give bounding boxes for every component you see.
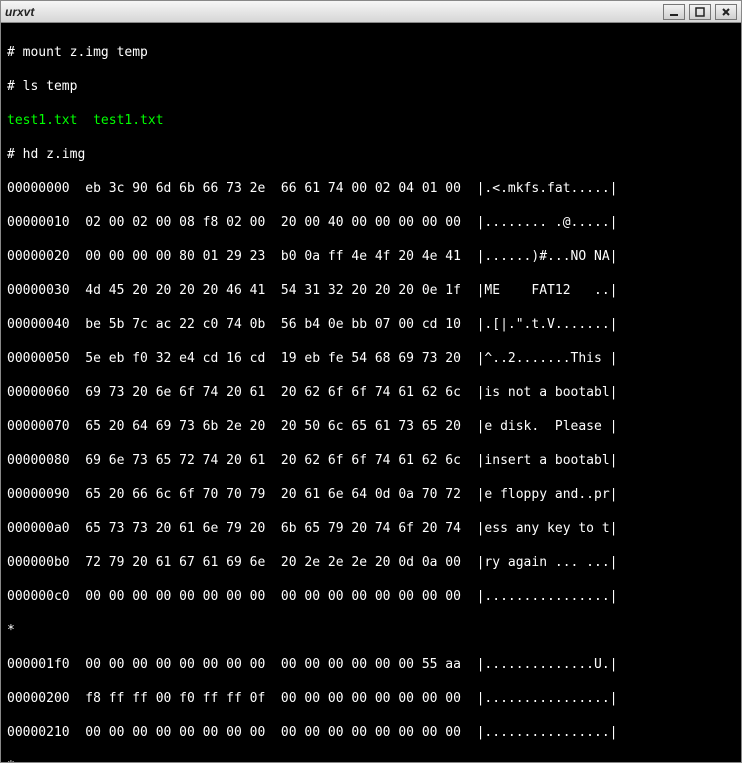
hexdump-row: 000000c0 00 00 00 00 00 00 00 00 00 00 0… (7, 588, 735, 605)
hexdump-row: 00000000 eb 3c 90 6d 6b 66 73 2e 66 61 7… (7, 180, 735, 197)
close-icon (721, 7, 731, 17)
hexdump-row: 00000210 00 00 00 00 00 00 00 00 00 00 0… (7, 724, 735, 741)
terminal-content[interactable]: # mount z.img temp # ls temp test1.txt t… (1, 23, 741, 762)
hexdump-row: 000000b0 72 79 20 61 67 61 69 6e 20 2e 2… (7, 554, 735, 571)
titlebar[interactable]: urxvt (1, 1, 741, 23)
close-button[interactable] (715, 4, 737, 20)
ls-output: test1.txt test1.txt (7, 112, 735, 129)
window-title: urxvt (5, 5, 34, 19)
hexdump-row: 000000a0 65 73 73 20 61 6e 79 20 6b 65 7… (7, 520, 735, 537)
maximize-icon (695, 7, 705, 17)
terminal-window: urxvt # mount z.img temp # ls temp test1… (0, 0, 742, 763)
hexdump-row: 00000090 65 20 66 6c 6f 70 70 79 20 61 6… (7, 486, 735, 503)
hexdump-gap: * (7, 622, 735, 639)
hexdump-gap: * (7, 758, 735, 762)
minimize-button[interactable] (663, 4, 685, 20)
hexdump-row: 00000040 be 5b 7c ac 22 c0 74 0b 56 b4 0… (7, 316, 735, 333)
minimize-icon (669, 7, 679, 17)
maximize-button[interactable] (689, 4, 711, 20)
hexdump-row: 00000030 4d 45 20 20 20 20 46 41 54 31 3… (7, 282, 735, 299)
hexdump-row: 00000200 f8 ff ff 00 f0 ff ff 0f 00 00 0… (7, 690, 735, 707)
hexdump-row: 00000010 02 00 02 00 08 f8 02 00 20 00 4… (7, 214, 735, 231)
hexdump-row: 00000070 65 20 64 69 73 6b 2e 20 20 50 6… (7, 418, 735, 435)
cmd-line: # ls temp (7, 78, 735, 95)
hexdump-row: 000001f0 00 00 00 00 00 00 00 00 00 00 0… (7, 656, 735, 673)
cmd-line: # mount z.img temp (7, 44, 735, 61)
hexdump-row: 00000020 00 00 00 00 80 01 29 23 b0 0a f… (7, 248, 735, 265)
hexdump-row: 00000060 69 73 20 6e 6f 74 20 61 20 62 6… (7, 384, 735, 401)
cmd-line: # hd z.img (7, 146, 735, 163)
hexdump-row: 00000050 5e eb f0 32 e4 cd 16 cd 19 eb f… (7, 350, 735, 367)
hexdump-row: 00000080 69 6e 73 65 72 74 20 61 20 62 6… (7, 452, 735, 469)
